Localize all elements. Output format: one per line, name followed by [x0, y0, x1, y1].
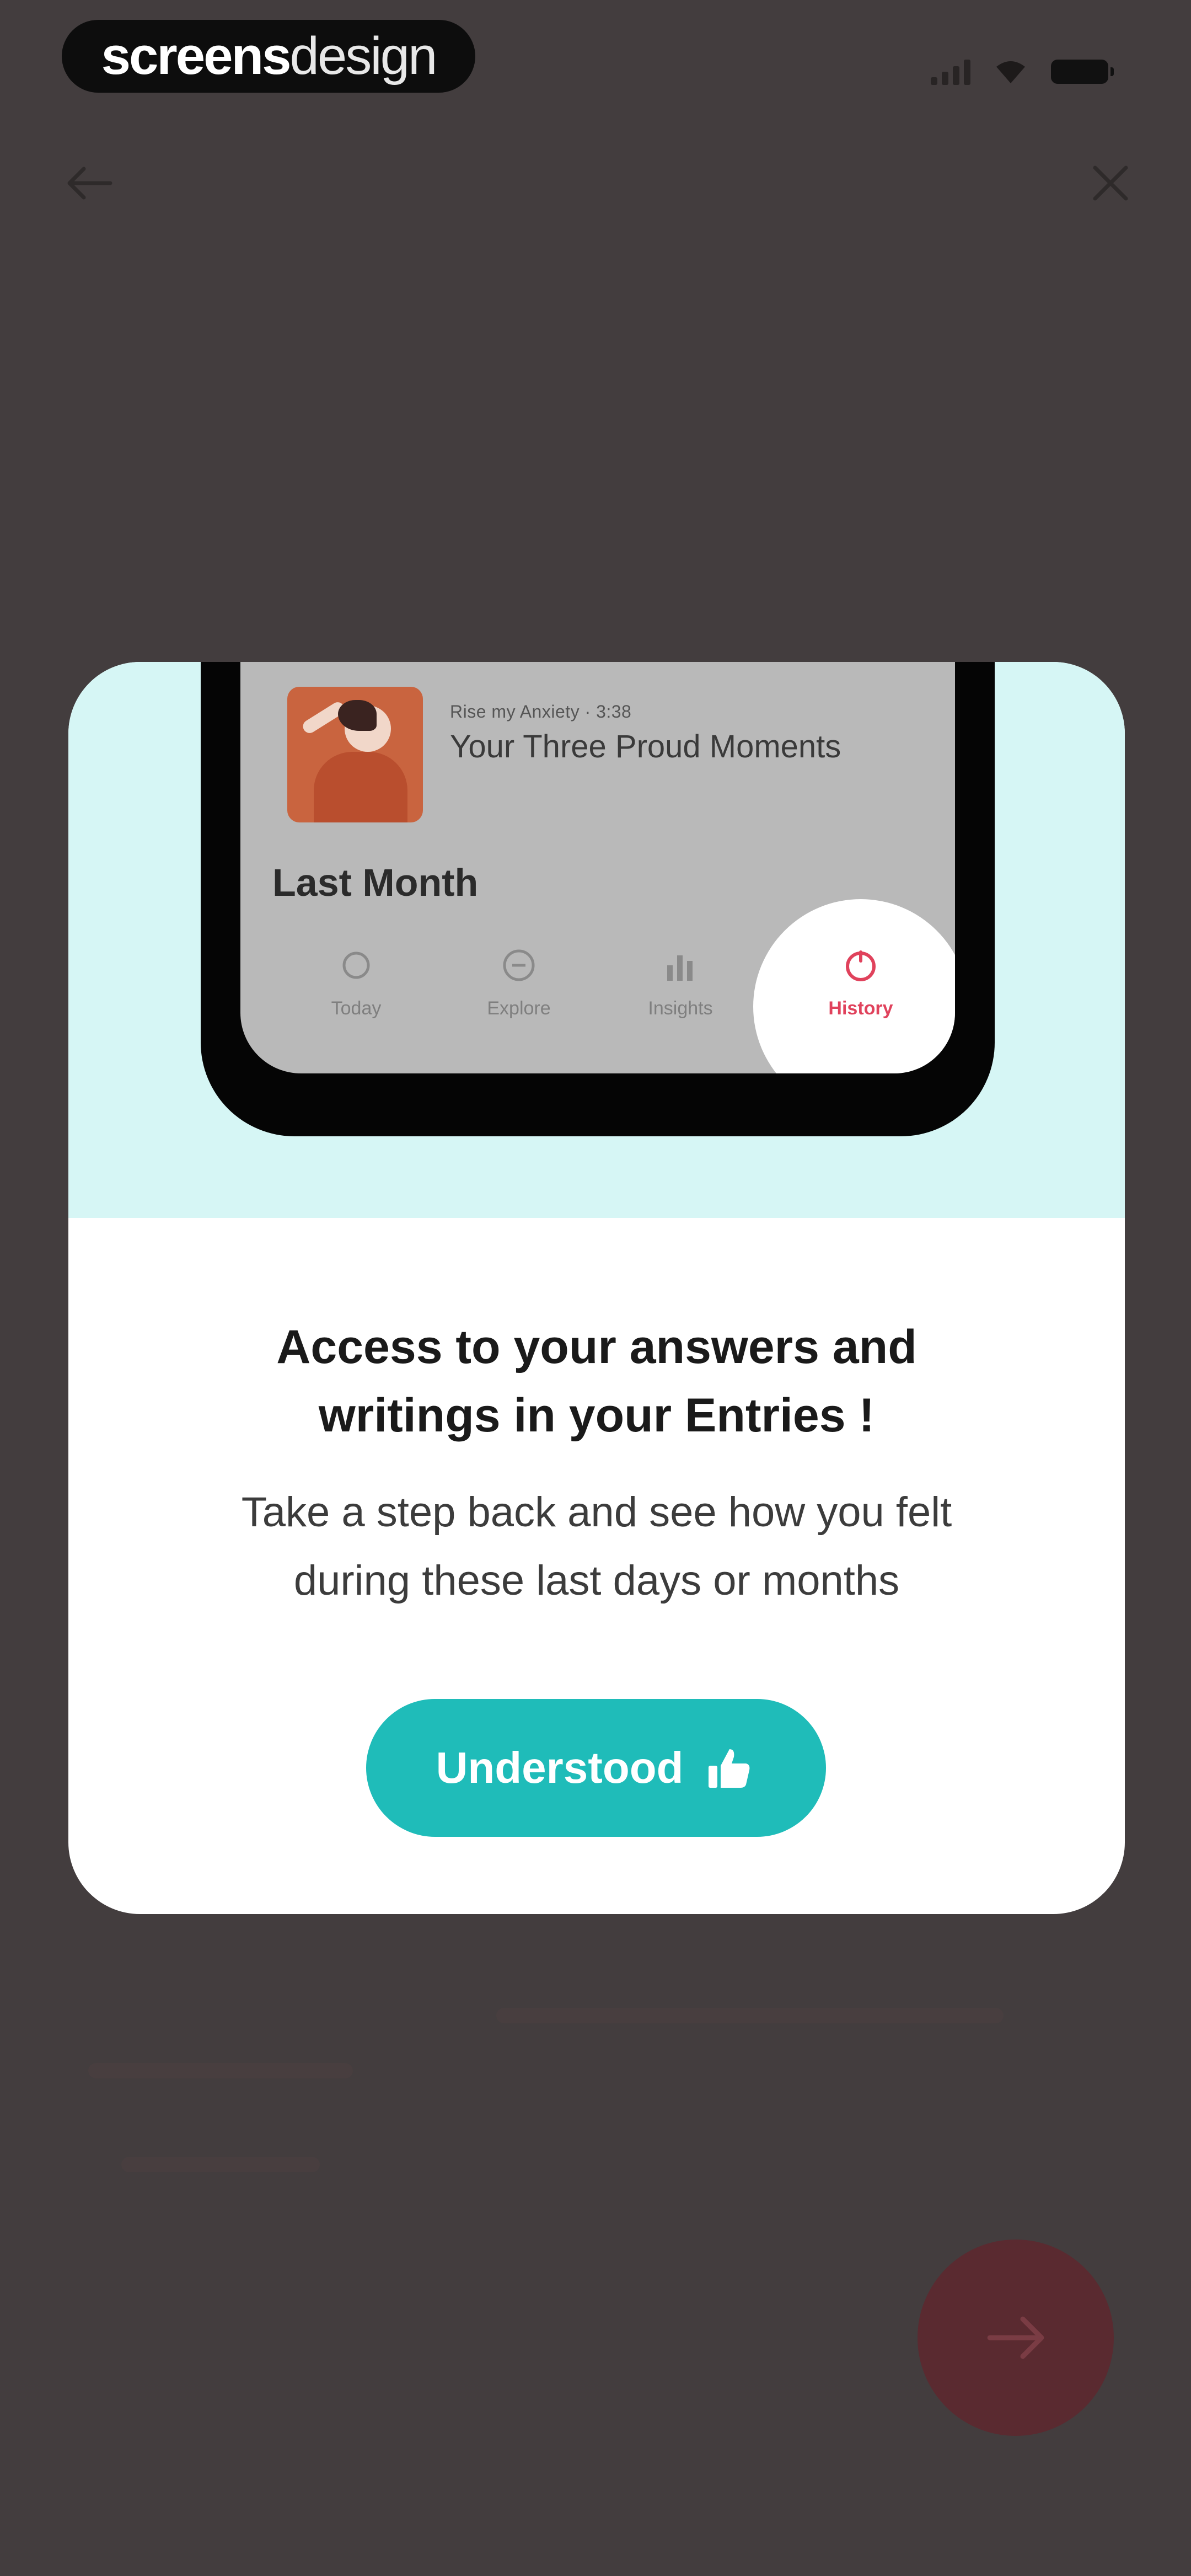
modal-description-line: during these last days or months [293, 1557, 900, 1604]
episode-title: Your Three Proud Moments [450, 729, 841, 765]
tab-today: Today [290, 932, 422, 1054]
understood-button-label: Understood [436, 1743, 684, 1792]
background-content-line [496, 2008, 1004, 2023]
understood-button[interactable]: Understood [366, 1699, 826, 1837]
modal-title-line: Access to your answers and [276, 1321, 917, 1373]
status-bar [931, 55, 1114, 88]
watermark-logo: screens design [62, 20, 475, 93]
section-heading: Last Month [272, 861, 479, 904]
episode-meta: Rise my Anxiety · 3:38 [450, 702, 632, 722]
modal-description-line: Take a step back and see how you felt [241, 1489, 952, 1536]
watermark-bold: screens [101, 26, 292, 85]
tab-label: History [828, 998, 893, 1019]
entries-tip-modal: Rise my Anxiety · 3:38 Your Three Proud … [68, 662, 1125, 1914]
wifi-icon [996, 61, 1025, 83]
modal-title-line: writings in your Entries ! [318, 1389, 875, 1442]
tab-label: Today [331, 998, 382, 1019]
tab-insights: Insights [614, 932, 747, 1054]
thumbs-up-icon [709, 1749, 750, 1788]
phone-preview: Rise my Anxiety · 3:38 Your Three Proud … [201, 662, 995, 1136]
sun-icon [342, 952, 370, 979]
app-screen: screens design Rise my Anxiety · 3:38 Yo… [0, 0, 1191, 2576]
episode-thumbnail [287, 687, 423, 822]
background-content-line [121, 2157, 320, 2172]
arrow-left-icon[interactable] [62, 156, 117, 211]
preview-tab-bar: Today Explore Insights History [240, 932, 955, 1054]
close-icon[interactable] [1083, 156, 1138, 211]
signal-icon [931, 58, 970, 85]
clock-icon [846, 950, 876, 981]
modal-title: Access to your answers and writings in y… [68, 1313, 1125, 1450]
background-content-line [88, 2063, 353, 2078]
watermark-light: design [289, 26, 438, 85]
bar-chart-icon [667, 955, 693, 981]
next-button[interactable] [918, 2240, 1114, 2436]
compass-icon [503, 949, 535, 981]
tab-label: Explore [487, 998, 551, 1019]
tab-explore: Explore [453, 932, 585, 1054]
modal-description: Take a step back and see how you felt du… [68, 1478, 1125, 1615]
arrow-right-icon [987, 2316, 1044, 2359]
battery-icon [1051, 60, 1114, 84]
tab-history: History [795, 932, 927, 1054]
phone-preview-screen: Rise my Anxiety · 3:38 Your Three Proud … [240, 662, 955, 1073]
tab-label: Insights [648, 998, 713, 1019]
